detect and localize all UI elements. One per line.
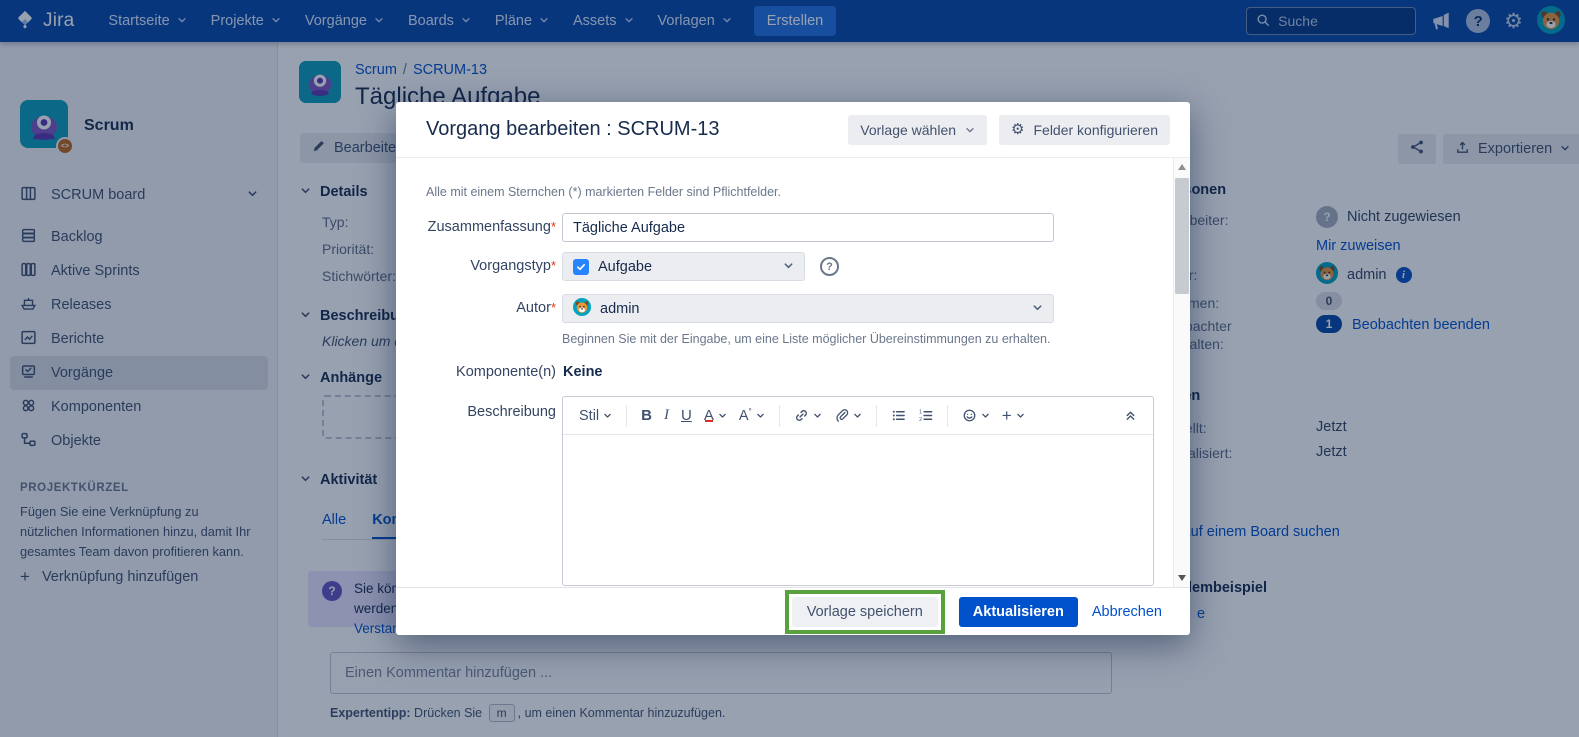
issuetype-label: Vorgangstyp* — [426, 258, 556, 274]
dialog-footer: Vorlage speichern Aktualisieren Abbreche… — [396, 587, 1190, 635]
update-button[interactable]: Aktualisieren — [959, 597, 1078, 627]
link-dropdown[interactable] — [788, 404, 828, 427]
attach-dropdown[interactable] — [828, 404, 868, 427]
components-label: Komponente(n) — [426, 364, 556, 380]
numbered-list-button[interactable]: 12 — [912, 404, 939, 427]
chevron-down-icon — [965, 122, 975, 138]
emoji-dropdown[interactable] — [956, 404, 996, 427]
chevron-down-icon — [783, 259, 794, 275]
summary-input[interactable] — [562, 213, 1054, 242]
gear-icon: ⚙ — [1011, 122, 1024, 137]
jira-application-window: Jira Startseite Projekte Vorgänge Boards… — [0, 0, 1579, 737]
description-label: Beschreibung — [426, 404, 556, 420]
svg-text:1: 1 — [919, 410, 922, 416]
dialog-body: Alle mit einem Sternchen (*) markierten … — [396, 158, 1190, 587]
task-type-icon — [573, 259, 589, 275]
underline-button[interactable]: U — [675, 403, 698, 428]
author-helper-text: Beginnen Sie mit der Eingabe, um eine Li… — [562, 332, 1050, 346]
cancel-link[interactable]: Abbrechen — [1092, 604, 1162, 620]
configure-fields-button[interactable]: ⚙ Felder konfigurieren — [999, 115, 1170, 145]
issuetype-select[interactable]: Aufgabe — [562, 252, 805, 281]
author-select[interactable]: admin — [562, 294, 1054, 323]
author-avatar — [573, 298, 591, 320]
description-editor: Stil B I U A A° — [562, 396, 1154, 586]
scroll-down-arrow[interactable] — [1174, 570, 1190, 586]
dialog-title: Vorgang bearbeiten : SCRUM-13 — [426, 118, 848, 141]
edit-issue-dialog: Vorgang bearbeiten : SCRUM-13 Vorlage wä… — [396, 102, 1190, 635]
author-label: Autor* — [426, 300, 556, 316]
more-formatting-dropdown[interactable]: A° — [733, 403, 771, 428]
dialog-scrollbar[interactable] — [1173, 158, 1190, 587]
summary-label: Zusammenfassung* — [426, 219, 556, 235]
choose-template-button[interactable]: Vorlage wählen — [848, 115, 987, 145]
bullet-list-button[interactable] — [885, 404, 912, 427]
bold-button[interactable]: B — [635, 403, 658, 428]
scroll-up-arrow[interactable] — [1174, 159, 1190, 175]
dialog-header: Vorgang bearbeiten : SCRUM-13 Vorlage wä… — [396, 102, 1190, 158]
annotation-highlight-box: Vorlage speichern — [785, 590, 945, 634]
collapse-toolbar-button[interactable] — [1118, 405, 1143, 426]
components-value: Keine — [563, 364, 603, 380]
save-template-button[interactable]: Vorlage speichern — [792, 597, 938, 627]
svg-text:2: 2 — [919, 417, 922, 423]
text-color-dropdown[interactable]: A — [698, 403, 733, 428]
editor-style-dropdown[interactable]: Stil — [573, 404, 618, 428]
editor-content-area[interactable] — [563, 435, 1153, 585]
editor-toolbar: Stil B I U A A° — [563, 397, 1153, 435]
chevron-down-icon — [1032, 301, 1043, 317]
scrollbar-thumb[interactable] — [1175, 178, 1189, 294]
issuetype-help-icon[interactable]: ? — [820, 257, 839, 276]
insert-more-dropdown[interactable]: + — [996, 403, 1031, 428]
italic-button[interactable]: I — [658, 403, 675, 428]
required-fields-note: Alle mit einem Sternchen (*) markierten … — [426, 185, 781, 199]
